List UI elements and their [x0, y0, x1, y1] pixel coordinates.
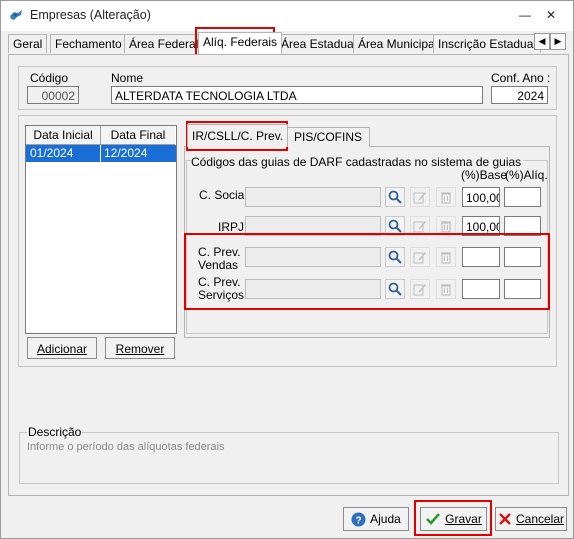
window-title: Empresas (Alteração) — [30, 8, 151, 22]
tab-scroll-left-button[interactable]: ◀ — [534, 33, 550, 50]
base-header: (%)Base — [461, 168, 508, 182]
darf-group-label: Códigos das guias de DARF cadastradas no… — [191, 155, 524, 169]
help-icon: ? — [351, 512, 366, 526]
tab-inscricao-estadual[interactable]: Inscrição Estadual S — [433, 34, 541, 53]
tab-geral[interactable]: Geral — [8, 34, 48, 53]
edit-icon — [413, 192, 426, 204]
app-icon — [10, 10, 22, 20]
irpj-label: IRPJ — [218, 220, 245, 234]
ajuda-label: Ajuda — [370, 512, 401, 526]
c-social-base-field[interactable]: 100,00 — [462, 187, 500, 207]
descricao-label: Descrição — [27, 425, 83, 439]
c-social-edit-button[interactable] — [410, 187, 430, 207]
remover-button[interactable]: Remover — [105, 337, 175, 359]
subtab-ir-csll[interactable]: IR/CSLL/C. Prev. — [187, 124, 289, 147]
cancel-x-icon — [499, 513, 511, 525]
cell-divider — [100, 145, 101, 162]
cancelar-label: Cancelar — [515, 512, 565, 526]
tab-area-municipal[interactable]: Área Municipal — [353, 34, 443, 53]
edit-icon — [413, 221, 426, 233]
minimize-button[interactable]: — — [515, 6, 535, 24]
highlight-gravar-button — [414, 500, 492, 536]
tab-fechamento[interactable]: Fechamento — [50, 34, 127, 53]
svg-text:?: ? — [356, 515, 362, 526]
trash-icon — [441, 221, 451, 233]
tab-area-estadual[interactable]: Área Estadual — [276, 34, 362, 53]
descricao-text: Informe o período das alíquotas federais — [27, 441, 225, 453]
tab-aliq-federais[interactable]: Alíq. Federais — [198, 32, 283, 54]
cancelar-button[interactable]: Cancelar — [495, 507, 567, 531]
c-social-aliq-field[interactable] — [504, 187, 541, 207]
nome-field[interactable]: ALTERDATA TECNOLOGIA LTDA — [111, 86, 483, 104]
descricao-group — [19, 432, 559, 484]
c-social-delete-button[interactable] — [436, 187, 456, 207]
table-row[interactable]: 01/2024 12/2024 — [26, 145, 176, 162]
remover-label: Remover — [115, 342, 165, 356]
c-social-label: C. Social — [199, 188, 248, 202]
search-icon — [388, 190, 402, 204]
tab-area-federal[interactable]: Área Federal — [124, 34, 204, 53]
cell-data-final: 12/2024 — [104, 146, 148, 160]
ajuda-button[interactable]: ? Ajuda — [343, 507, 409, 531]
aliq-header: (%)Alíq. — [505, 168, 548, 182]
close-button[interactable]: ✕ — [541, 6, 561, 24]
c-social-search-button[interactable] — [385, 187, 405, 207]
codigo-field[interactable]: 00002 — [27, 86, 79, 104]
col-header-data-final[interactable]: Data Final — [101, 126, 175, 145]
codigo-label: Código — [30, 71, 69, 85]
tab-scroll-right-button[interactable]: ▶ — [550, 33, 566, 50]
subtab-pis-cofins[interactable]: PIS/COFINS — [286, 127, 371, 147]
c-social-code-field[interactable] — [245, 187, 381, 207]
col-header-data-inicial[interactable]: Data Inicial — [26, 126, 101, 145]
search-icon — [388, 219, 402, 233]
periods-grid[interactable]: Data Inicial Data Final 01/2024 12/2024 — [25, 125, 177, 334]
trash-icon — [441, 192, 451, 204]
cell-data-inicial: 01/2024 — [30, 146, 74, 160]
main-tab-strip: Geral Fechamento Área Federal Alíq. Fede… — [8, 32, 568, 54]
adicionar-label: Adicionar — [36, 342, 88, 356]
conf-ano-label: Conf. Ano : — [491, 71, 551, 85]
adicionar-button[interactable]: Adicionar — [27, 337, 97, 359]
conf-ano-field[interactable]: 2024 — [491, 86, 548, 104]
highlight-c-prev-rows — [184, 233, 550, 310]
nome-label: Nome — [111, 71, 144, 85]
